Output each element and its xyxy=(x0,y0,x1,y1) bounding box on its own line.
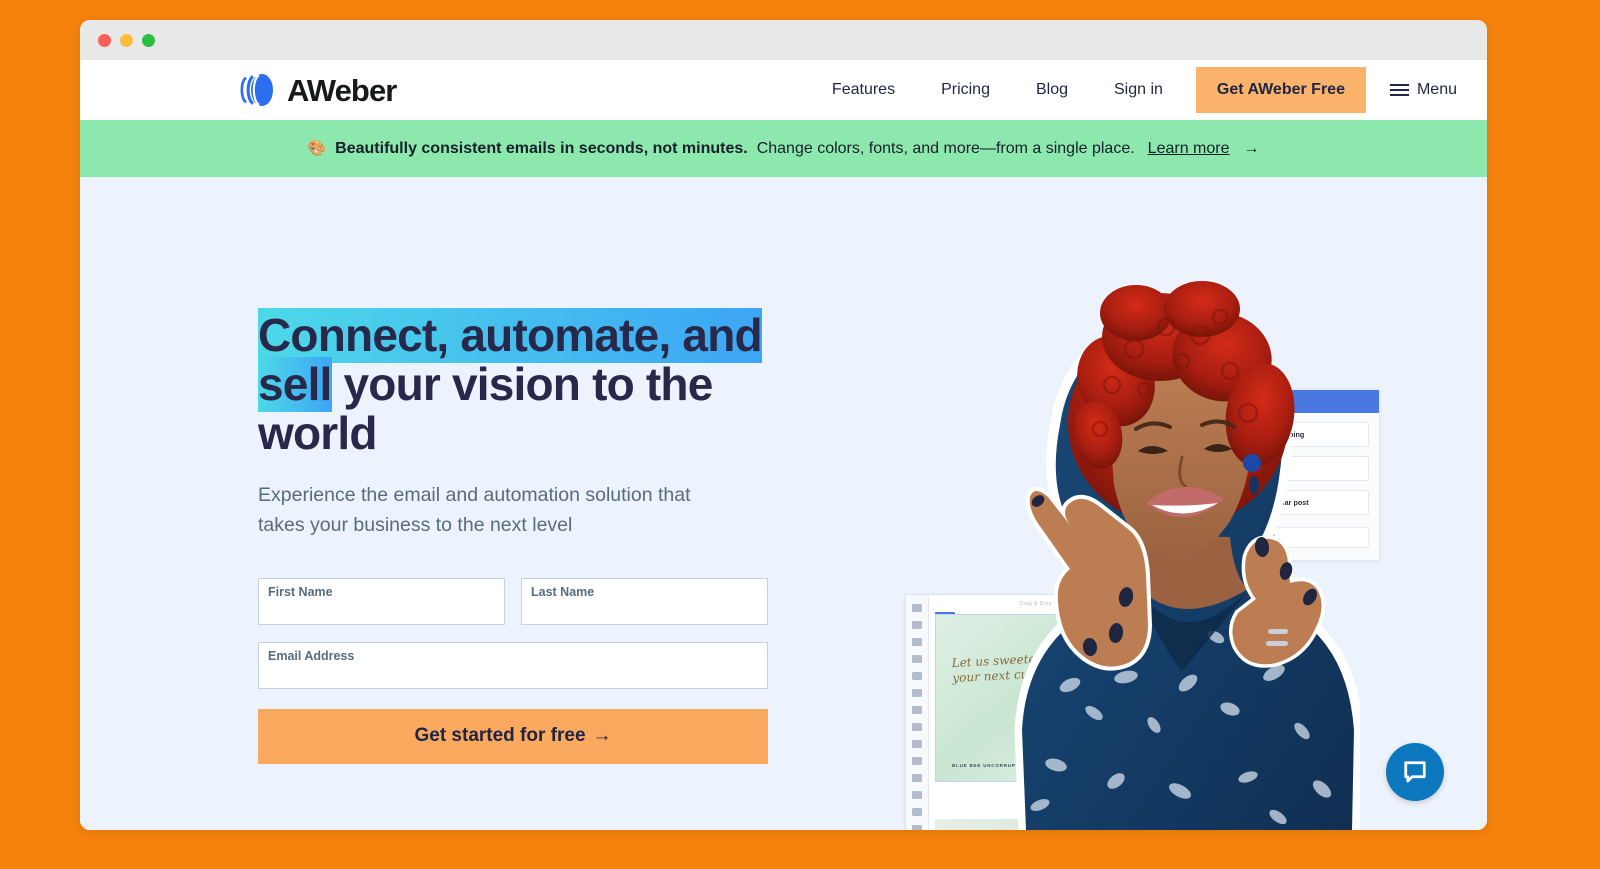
get-started-arrow-icon: → xyxy=(592,725,612,746)
browser-titlebar xyxy=(80,20,1487,60)
editor-toolbar xyxy=(906,595,929,830)
duplicate-icon[interactable] xyxy=(912,774,922,782)
name-fields-row: First Name Last Name xyxy=(258,577,768,625)
video-icon[interactable] xyxy=(912,655,922,663)
announcement-banner: 🎨 Beautifully consistent emails in secon… xyxy=(80,120,1487,177)
get-started-label: Get started for free xyxy=(414,725,586,746)
image-icon[interactable] xyxy=(912,621,922,629)
browser-window: AWeber Features Pricing Blog Sign in Get… xyxy=(80,20,1487,830)
signature-icon[interactable] xyxy=(912,689,922,697)
last-name-input[interactable] xyxy=(522,578,767,624)
chat-widget-button[interactable] xyxy=(1386,743,1444,801)
button-icon[interactable] xyxy=(912,638,922,646)
more-icon[interactable] xyxy=(912,825,922,830)
site-navbar: AWeber Features Pricing Blog Sign in Get… xyxy=(80,60,1487,120)
hero-person-image xyxy=(930,185,1360,830)
last-name-field[interactable]: Last Name xyxy=(521,577,768,625)
window-close-button[interactable] xyxy=(98,33,111,47)
get-started-button[interactable]: Get started for free → xyxy=(258,708,768,764)
hero-subheading: Experience the email and automation solu… xyxy=(258,484,691,536)
layout-icon[interactable] xyxy=(912,604,922,612)
banner-arrow-icon: → xyxy=(1243,139,1260,157)
banner-learn-more-link[interactable]: Learn more xyxy=(1148,140,1230,158)
aweber-logo[interactable]: AWeber xyxy=(240,72,397,108)
nav-link-features[interactable]: Features xyxy=(809,71,918,109)
email-field[interactable]: Email Address xyxy=(258,641,768,689)
signup-form: First Name Last Name Email Address Get s… xyxy=(258,577,768,764)
trash-icon[interactable] xyxy=(912,757,922,765)
aweber-swoosh-icon xyxy=(240,74,273,106)
first-name-input[interactable] xyxy=(259,578,504,624)
first-name-field[interactable]: First Name xyxy=(258,577,505,625)
person-illustration xyxy=(1014,281,1360,830)
page-title: Connect, automate, and sell your vision … xyxy=(258,308,768,457)
menu-toggle-label: Menu xyxy=(1416,81,1457,98)
window-maximize-button[interactable] xyxy=(142,33,155,47)
hero-section: Connect, automate, and sell your vision … xyxy=(80,177,1487,830)
window-minimize-button[interactable] xyxy=(120,33,133,47)
move-icon[interactable] xyxy=(912,791,922,799)
aweber-wordmark: AWeber xyxy=(287,72,397,108)
hero-artwork: Start Campaign: On Subscribe Send Messag… xyxy=(780,177,1487,830)
divider-icon[interactable] xyxy=(912,706,922,714)
coupon-icon[interactable] xyxy=(912,723,922,731)
get-aweber-free-button[interactable]: Get AWeber Free xyxy=(1195,67,1366,113)
preview-icon[interactable] xyxy=(912,808,922,816)
hero-copy-column: Connect, automate, and sell your vision … xyxy=(258,308,768,764)
nav-link-sign-in[interactable]: Sign in xyxy=(1091,71,1186,109)
banner-rest-text: Change colors, fonts, and more—from a si… xyxy=(756,139,1135,157)
nav-links-group: Features Pricing Blog Sign in Get AWeber… xyxy=(809,67,1457,113)
pen-icon[interactable] xyxy=(912,740,922,748)
email-input[interactable] xyxy=(259,642,767,688)
banner-bold-text: Beautifully consistent emails in seconds… xyxy=(335,139,748,157)
hamburger-icon xyxy=(1389,84,1409,96)
menu-toggle-button[interactable]: Menu xyxy=(1389,81,1457,99)
palette-icon: 🎨 xyxy=(307,140,327,157)
share-icon[interactable] xyxy=(912,672,922,680)
chat-bubble-icon xyxy=(1404,761,1426,783)
nav-link-blog[interactable]: Blog xyxy=(1013,71,1091,109)
nav-link-pricing[interactable]: Pricing xyxy=(918,71,1013,109)
